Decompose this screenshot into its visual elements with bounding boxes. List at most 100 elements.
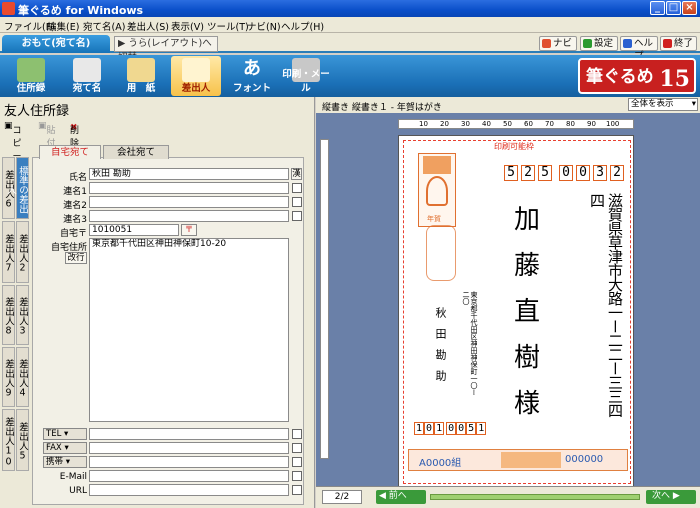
minimize-button[interactable]: _ [650,1,665,15]
url-field[interactable] [89,484,289,496]
renmei3-field[interactable] [89,210,289,222]
settings-button[interactable]: 設定 [580,36,618,51]
sender-tab-2[interactable]: 差出人2 [16,221,29,283]
url-checkbox[interactable] [292,485,302,495]
view-select[interactable]: 全体を表示 ▾ [628,98,698,111]
tool-font[interactable]: あフォント [227,56,277,96]
navi-icon [542,39,551,48]
settings-icon [583,39,592,48]
logo-text: 筆ぐるめ [586,67,654,87]
dest-zip-digit: 0 [559,165,573,181]
close-button[interactable]: × [682,1,697,15]
navi-button[interactable]: ナビ [539,36,577,51]
tool-sender[interactable]: 差出人 [171,56,221,96]
email-checkbox[interactable] [292,471,302,481]
menu-help[interactable]: ヘルプ(H) [281,19,324,33]
sender-tab-9[interactable]: 差出人9 [2,347,15,407]
sender-tab-5[interactable]: 差出人5 [16,409,29,471]
mobile-dropdown[interactable]: 携帯 ▾ [43,456,87,468]
postcard-preview[interactable]: 印刷可能枠 年賀 5 2 5 0 0 3 2 滋賀県草津市大路一ー二二ー三三四四… [398,135,634,487]
sender-address: 東京都千代田区神田神保町一〇ー二〇 [462,291,478,396]
ruler-label: 40 [482,120,491,128]
tool-print-mail[interactable]: 印刷・メール [278,56,334,96]
address-book-title: 友人住所録 [4,104,70,119]
mobile-label: 携帯 [46,457,64,467]
logo-version: 15 [659,66,690,92]
prev-button[interactable]: ◀ 前へ [376,490,426,504]
renmei1-checkbox[interactable] [292,183,302,193]
sender-tab-8[interactable]: 差出人8 [2,285,15,345]
menu-navi[interactable]: ナビ(N) [247,19,281,33]
zip-field[interactable]: 1010051 [89,224,179,236]
tel-label: TEL [46,429,62,439]
fax-dropdown[interactable]: FAX ▾ [43,442,87,454]
lottery-left: A0000組 [419,458,462,469]
tel-checkbox[interactable] [292,429,302,439]
address-field[interactable]: 東京都千代田区神田神保町10-20 [89,238,289,422]
exit-button[interactable]: 終了 [660,36,697,51]
fax-checkbox[interactable] [292,443,302,453]
kanji-button[interactable]: 漢 [291,168,302,180]
lottery-strip: A0000組 000000 [408,449,628,471]
renmei2-checkbox[interactable] [292,197,302,207]
menu-tools[interactable]: ツール(T) [207,19,249,33]
menu-edit[interactable]: 編集(E) [47,19,79,33]
menu-sender[interactable]: 差出人(S) [127,19,169,33]
tool-address-book[interactable]: 住所録 [6,56,56,96]
paste-button[interactable]: ▣ 貼付 [38,121,56,149]
ruler-label: 100 [606,120,620,128]
tab-home-address[interactable]: 自宅宛て [39,145,101,159]
dest-name-char: 樹 [513,343,540,373]
sender-zip-digit: 1 [434,422,445,435]
renmei1-field[interactable] [89,182,289,194]
next-label: 次へ [652,491,671,501]
fax-label: FAX [46,443,62,453]
sender-tab-4[interactable]: 差出人4 [16,347,29,407]
watermark-figure [426,225,456,281]
renmei2-field[interactable] [89,196,289,208]
copy-button[interactable]: ▣コピー [4,121,22,162]
window-title: 筆ぐるめ for Windows [18,4,144,17]
zip-label: 自宅〒 [59,229,87,239]
tool-atena[interactable]: 宛て名 [62,56,112,96]
renmei3-checkbox[interactable] [292,211,302,221]
sender-zip-digit: 0 [446,422,457,435]
settings-label: 設定 [594,38,614,49]
sender-tab-3[interactable]: 差出人3 [16,285,29,345]
navi-label: ナビ [553,38,573,49]
tool-label: 用 紙 [126,83,156,94]
name-field[interactable]: 秋田 勘助 [89,168,289,180]
fax-field[interactable] [89,442,289,454]
tab-front[interactable]: おもて(宛て名) [2,35,110,53]
maximize-button[interactable]: □ [666,1,681,15]
ruler-label: 90 [587,120,596,128]
page-slider[interactable] [430,494,640,500]
email-label: E-Mail [59,472,87,482]
email-field[interactable] [89,470,289,482]
stamp-text: 年賀 [427,215,441,223]
menu-atena[interactable]: 宛て名(A) [83,19,125,33]
lottery-image [501,452,561,468]
menu-view[interactable]: 表示(V) [171,19,204,33]
sender-tab-7[interactable]: 差出人7 [2,221,15,283]
next-button[interactable]: 次へ ▶ [646,490,696,504]
exit-icon [663,39,672,48]
dest-zip-digit: 0 [576,165,590,181]
horizontal-ruler: 10 20 30 40 50 60 70 80 90 100 [398,119,634,129]
mobile-field[interactable] [89,456,289,468]
tool-paper[interactable]: 用 紙 [116,56,166,96]
help-button[interactable]: ヘルプ [620,36,658,62]
page-indicator: 2/2 [322,490,362,504]
sender-tab-default[interactable]: 標準の差出人 [5,157,29,219]
vertical-ruler [320,139,329,459]
tab-office-address[interactable]: 会社宛て [103,145,169,159]
address-panel: 友人住所録 ▣コピー ▣貼付 ✖削除 差出人6 差出人7 差出人8 差出人9 差… [0,97,315,508]
mobile-checkbox[interactable] [292,457,302,467]
line-break-button[interactable]: 改行 [65,252,87,264]
tel-field[interactable] [89,428,289,440]
tel-dropdown[interactable]: TEL ▾ [43,428,87,440]
tab-back-switch[interactable]: ▶ うら(レイアウト)へ切替 [114,36,218,63]
sender-tab-10[interactable]: 差出人10 [2,409,15,471]
ruler-label: 20 [440,120,449,128]
zip-lookup-button[interactable]: 〒 [181,224,197,236]
